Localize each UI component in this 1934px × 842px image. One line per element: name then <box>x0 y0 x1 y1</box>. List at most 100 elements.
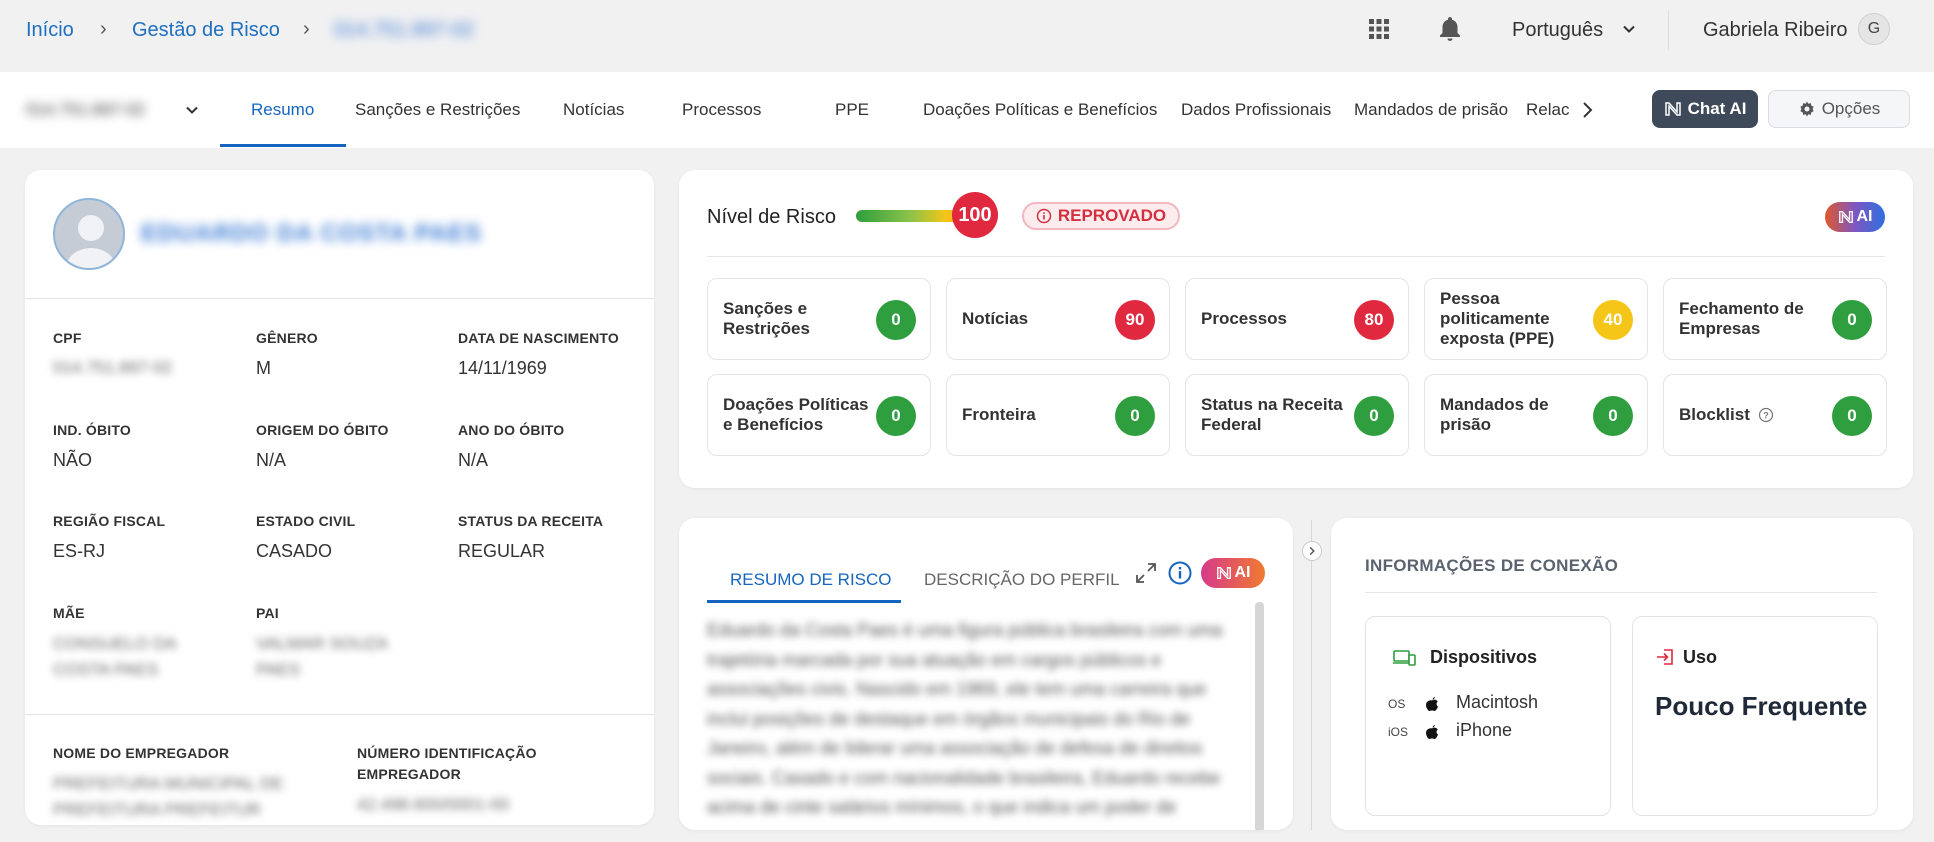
gender-label: GÊNERO <box>256 330 318 346</box>
death-origin-label: ORIGEM DO ÓBITO <box>256 422 389 438</box>
risk-category-score: 0 <box>1832 300 1872 340</box>
chevron-right-icon[interactable] <box>1578 100 1596 120</box>
tab-profile-description[interactable]: DESCRIÇÃO DO PERFIL <box>924 570 1120 590</box>
device-name: iPhone <box>1456 720 1513 740</box>
employer-id-label: EMPREGADOR <box>357 766 461 782</box>
bell-icon[interactable] <box>1435 14 1465 44</box>
tax-status-value: REGULAR <box>458 541 546 561</box>
risk-category-card[interactable]: Processos 80 <box>1185 278 1409 360</box>
tab-mandados[interactable]: Mandados de prisão <box>1354 100 1508 120</box>
apple-icon <box>1426 725 1438 739</box>
breadcrumb-separator: › <box>303 18 310 40</box>
breadcrumb-risk-management[interactable]: Gestão de Risco <box>132 19 280 42</box>
risk-category-label: Sanções e Restrições <box>723 299 810 338</box>
expand-icon[interactable] <box>1133 560 1159 586</box>
ai-logo-icon <box>1216 567 1231 579</box>
risk-category-card[interactable]: Blocklist ? 0 <box>1663 374 1887 456</box>
death-year-value: N/A <box>458 450 489 470</box>
risk-category-card[interactable]: Mandados de prisão 0 <box>1424 374 1648 456</box>
options-label: Opções <box>1821 99 1881 118</box>
risk-category-card[interactable]: Doações Políticas e Benefícios 0 <box>707 374 931 456</box>
user-silhouette-icon <box>67 215 115 268</box>
profile-name: EDUARDO DA COSTA PAES <box>141 220 483 247</box>
entity-selector[interactable]: 014.751.897-02 <box>26 100 145 120</box>
risk-category-card[interactable]: Fronteira 0 <box>946 374 1170 456</box>
active-tab-indicator <box>707 600 901 603</box>
user-name[interactable]: Gabriela Ribeiro <box>1703 19 1848 42</box>
profile-card: EDUARDO DA COSTA PAES CPF 014.751.897-02… <box>25 170 654 825</box>
risk-category-label: Blocklist ? <box>1679 375 1774 455</box>
risk-category-score: 0 <box>1115 396 1155 436</box>
ai-analysis-button[interactable]: AI <box>1825 202 1885 232</box>
macos-icon: OS <box>1388 697 1406 711</box>
tab-bar: 014.751.897-02 Resumo Sanções e Restriçõ… <box>0 72 1934 148</box>
scrollbar[interactable] <box>1255 602 1264 830</box>
devices-panel: Dispositivos OS Macintosh iOS iPhone <box>1365 616 1611 816</box>
mother-value: COSTA PAES <box>53 660 159 679</box>
risk-category-card[interactable]: Status na Receita Federal 0 <box>1185 374 1409 456</box>
death-year-label: ANO DO ÓBITO <box>458 422 565 438</box>
info-circle-icon <box>1036 208 1052 224</box>
risk-summary-card: RESUMO DE RISCO DESCRIÇÃO DO PERFIL AI E… <box>679 518 1293 830</box>
chevron-down-icon[interactable] <box>1620 20 1638 38</box>
tab-ppe[interactable]: PPE <box>835 100 869 120</box>
employer-id-label: NÚMERO IDENTIFICAÇÃO <box>357 745 537 761</box>
panel-divider <box>1311 520 1312 830</box>
divider <box>25 298 654 299</box>
devices-icon <box>1393 650 1416 666</box>
login-icon <box>1657 649 1673 665</box>
breadcrumb-home[interactable]: Início <box>26 19 74 42</box>
connection-info-title: INFORMAÇÕES DE CONEXÃO <box>1365 556 1619 575</box>
chat-ai-button[interactable]: Chat AI <box>1652 90 1758 128</box>
language-selector[interactable]: Português <box>1512 19 1603 42</box>
ai-summary-button[interactable]: AI <box>1201 558 1265 588</box>
options-button[interactable]: Opções <box>1768 90 1910 128</box>
tab-noticias[interactable]: Notícias <box>563 100 624 120</box>
usage-title: Uso <box>1683 647 1718 667</box>
cpf-value: 014.751.897-02 <box>53 358 173 377</box>
chevron-down-icon[interactable] <box>184 102 200 118</box>
breadcrumb-current: 014.751.897-02 <box>334 19 475 41</box>
tab-sancoes[interactable]: Sanções e Restrições <box>355 100 520 120</box>
cpf-label: CPF <box>53 330 82 346</box>
collapse-panel-button[interactable] <box>1302 541 1322 561</box>
tab-dados-profissionais[interactable]: Dados Profissionais <box>1181 100 1331 120</box>
tab-relacionamentos[interactable]: Relac <box>1526 100 1572 120</box>
employer-value: PREFEITURA MUNICIPAL DE <box>53 774 284 793</box>
help-circle-icon[interactable]: ? <box>1758 407 1774 423</box>
risk-category-card[interactable]: Pessoa politicamente exposta (PPE) 40 <box>1424 278 1648 360</box>
risk-category-card[interactable]: Notícias 90 <box>946 278 1170 360</box>
tab-risk-summary[interactable]: RESUMO DE RISCO <box>730 570 892 590</box>
risk-category-label: Fechamento de Empresas <box>1679 299 1804 338</box>
risk-category-score: 40 <box>1593 300 1633 340</box>
death-origin-value: N/A <box>256 450 287 470</box>
divider <box>707 256 1885 257</box>
risk-level-card: Nível de Risco 100 REPROVADO AI Sanções … <box>679 170 1913 488</box>
user-avatar[interactable]: G <box>1858 13 1890 45</box>
connection-info-card: INFORMAÇÕES DE CONEXÃO Dispositivos OS M… <box>1331 518 1913 830</box>
risk-category-label: Processos <box>1201 309 1287 328</box>
tab-processos[interactable]: Processos <box>682 100 761 120</box>
risk-category-label: Status na Receita Federal <box>1201 395 1343 434</box>
ai-logo-icon <box>1664 102 1681 116</box>
ios-icon: iOS <box>1388 725 1409 739</box>
risk-category-score: 90 <box>1115 300 1155 340</box>
gear-icon <box>1800 101 1814 117</box>
risk-summary-text: Eduardo da Costa Paes é uma figura públi… <box>707 620 1223 817</box>
status-label: REPROVADO <box>1057 206 1167 225</box>
father-value: PAES <box>256 660 301 679</box>
employer-value: PREFEITURA PREFEITUR <box>53 800 261 819</box>
risk-category-card[interactable]: Fechamento de Empresas 0 <box>1663 278 1887 360</box>
marital-status-value: CASADO <box>256 541 333 561</box>
tab-resumo[interactable]: Resumo <box>251 100 314 120</box>
risk-score-badge: 100 <box>952 192 998 238</box>
top-bar: Início › Gestão de Risco › 014.751.897-0… <box>0 0 1934 60</box>
fiscal-region-value: ES-RJ <box>53 541 106 561</box>
risk-category-score: 0 <box>876 300 916 340</box>
info-icon[interactable] <box>1167 560 1193 586</box>
tab-doacoes[interactable]: Doações Políticas e Benefícios <box>923 100 1157 120</box>
chat-ai-label: Chat AI <box>1687 99 1747 118</box>
death-indicator-label: IND. ÓBITO <box>53 422 131 438</box>
risk-category-card[interactable]: Sanções e Restrições 0 <box>707 278 931 360</box>
apps-grid-icon[interactable] <box>1364 14 1394 44</box>
